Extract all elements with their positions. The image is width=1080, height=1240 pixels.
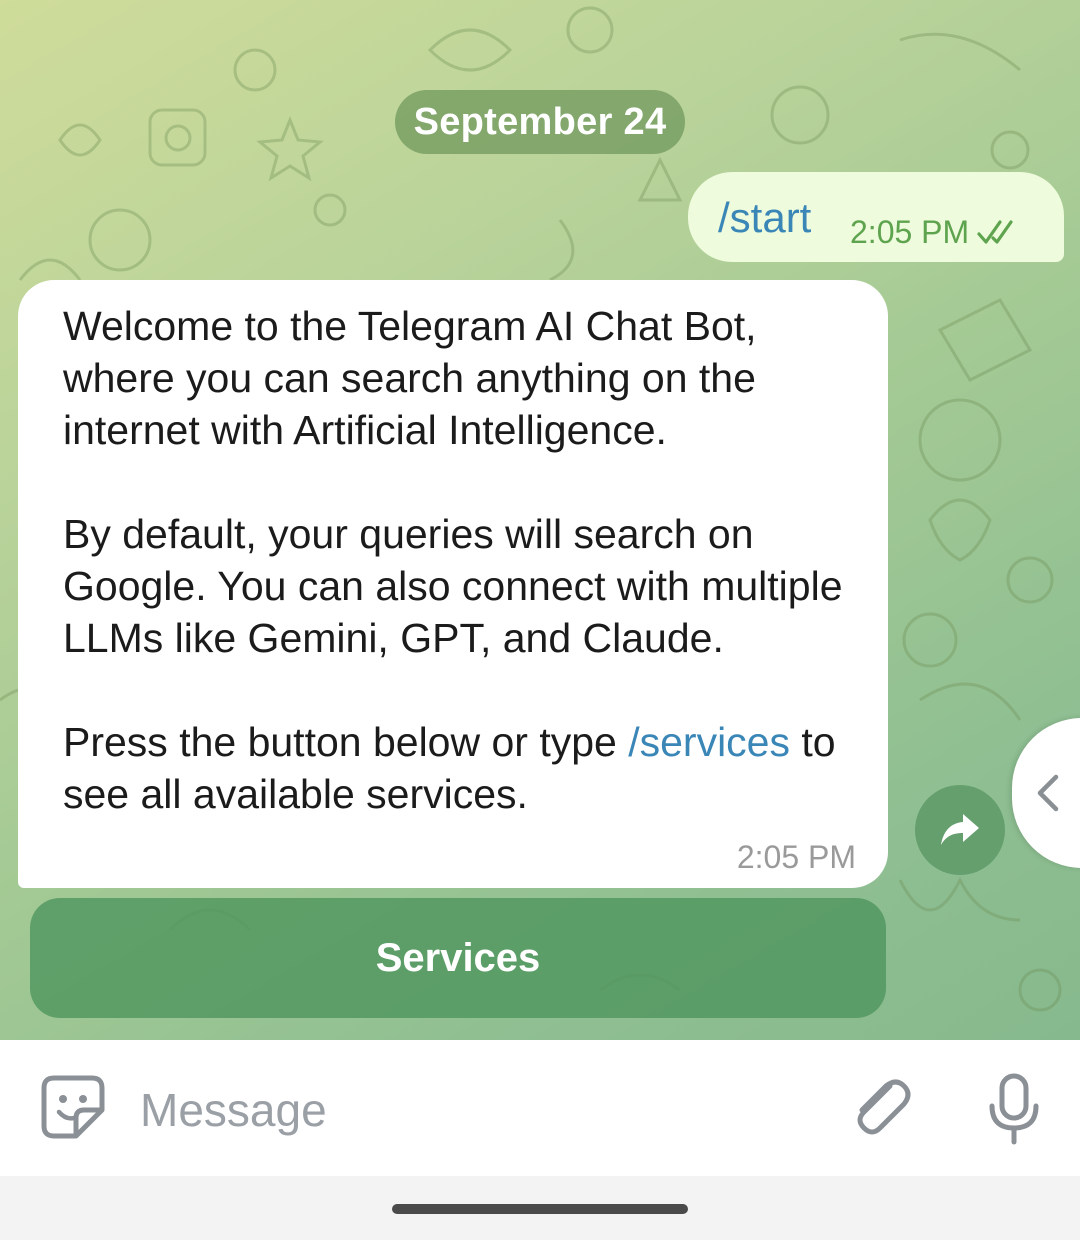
bot-message-paragraph: Welcome to the Telegram AI Chat Bot, whe… [63,303,757,453]
forward-arrow-icon [941,814,979,845]
chat-background: September 24 /start 2:05 PM Welcome to t… [0,0,1080,1040]
double-check-icon [977,219,1013,244]
bot-message-paragraph: By default, your queries will search on … [63,511,843,661]
outgoing-message-text[interactable]: /start [718,194,811,242]
bot-message-body: Welcome to the Telegram AI Chat Bot, whe… [63,300,863,820]
incoming-message-time: 2:05 PM [736,839,856,875]
system-navigation-bar [0,1176,1080,1240]
services-command-link[interactable]: /services [628,719,790,765]
bot-message-paragraph: Press the button below or type /services… [63,716,863,820]
message-composer [0,1040,1080,1176]
sticker-emoji-icon[interactable] [40,1074,106,1140]
message-input[interactable] [140,1080,740,1140]
services-inline-button[interactable]: Services [30,898,886,1018]
paperclip-icon[interactable] [850,1072,914,1142]
outgoing-message-time: 2:05 PM [850,214,970,250]
home-indicator[interactable] [392,1204,688,1214]
bot-message-text: Press the button below or type [63,719,629,765]
forward-button[interactable] [915,785,1005,875]
outgoing-message[interactable]: /start 2:05 PM [688,172,1064,262]
date-separator: September 24 [395,90,685,154]
incoming-bot-message[interactable]: Welcome to the Telegram AI Chat Bot, whe… [18,280,888,888]
outgoing-message-meta: 2:05 PM [850,214,1021,251]
chevron-left-icon [1037,774,1059,812]
microphone-icon[interactable] [984,1072,1044,1146]
